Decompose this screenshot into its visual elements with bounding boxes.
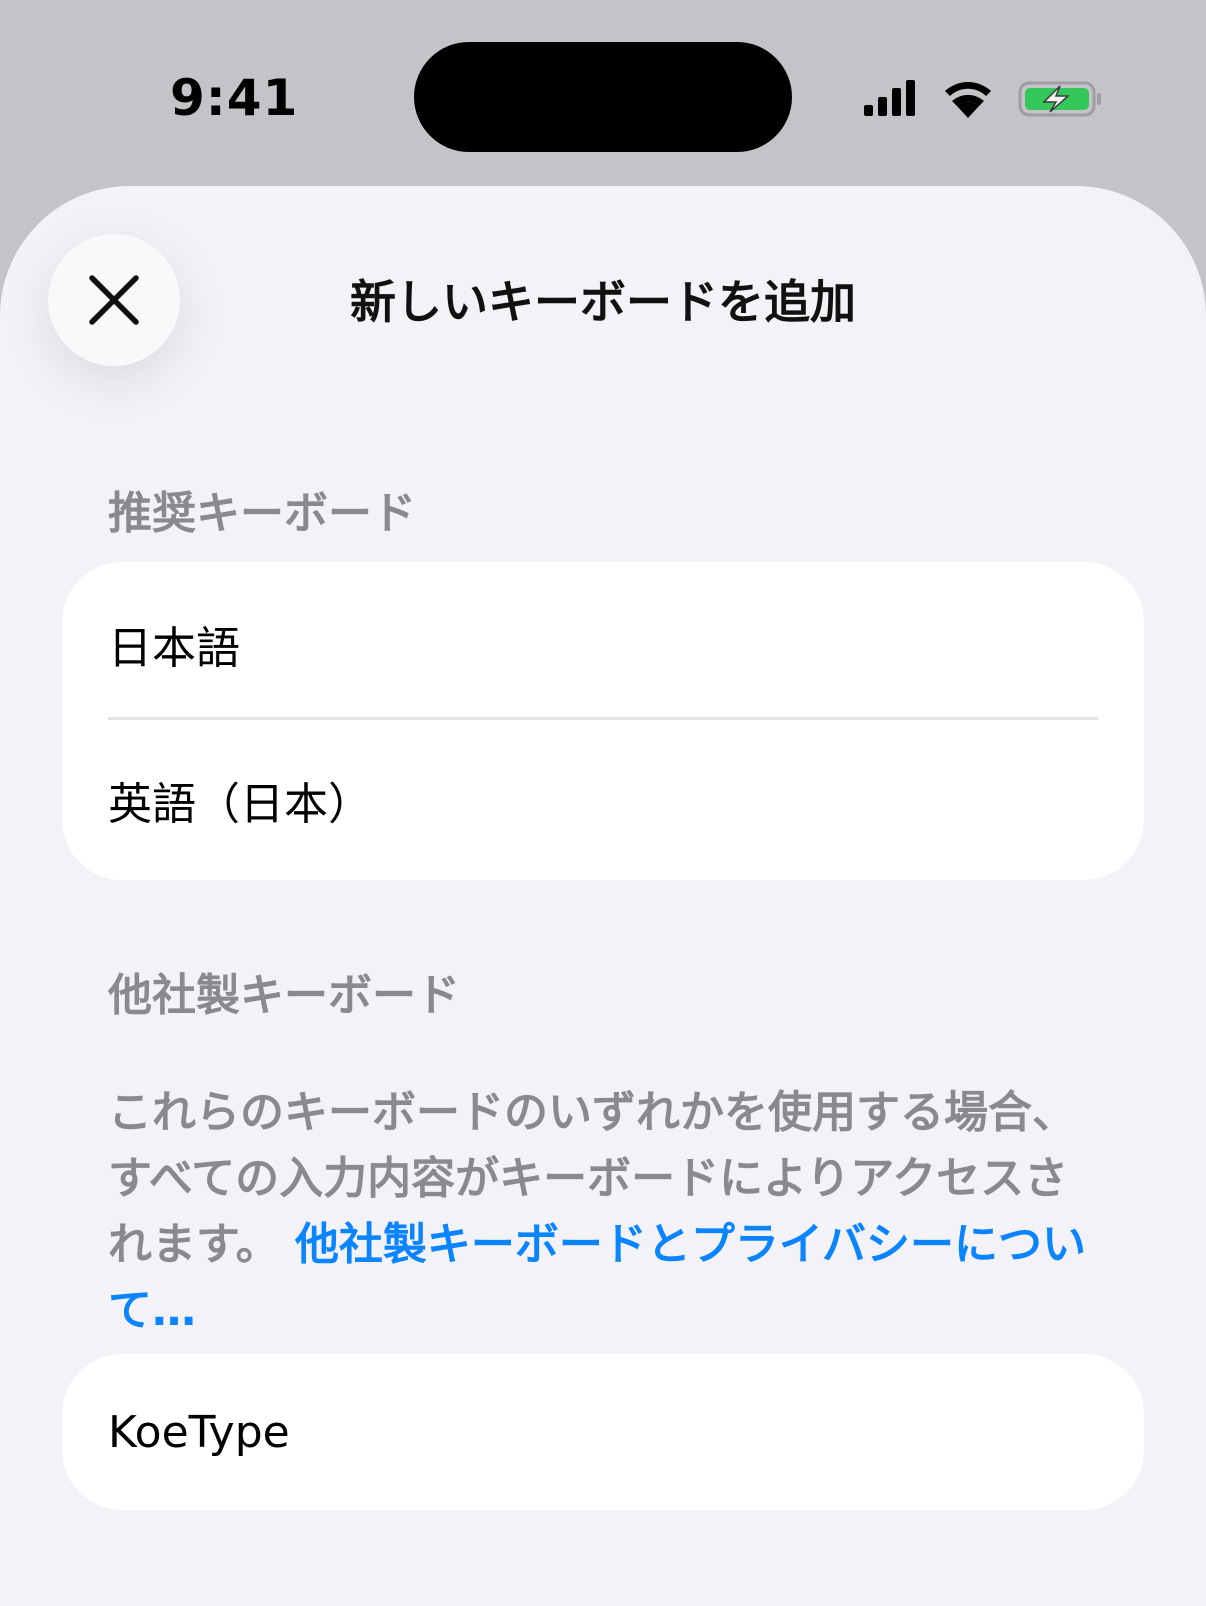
keyboard-row-koetype[interactable]: KoeType	[62, 1354, 1144, 1510]
status-icons	[862, 78, 1102, 118]
keyboard-label: 英語（日本）	[108, 779, 372, 830]
keyboard-row-english-japan[interactable]: 英語（日本）	[62, 720, 1144, 880]
recommended-keyboards-header: 推奨キーボード	[108, 488, 416, 539]
wifi-icon	[945, 82, 991, 118]
cellular-signal-icon	[864, 80, 915, 116]
recommended-keyboards-list: 日本語 英語（日本）	[62, 562, 1144, 880]
keyboard-row-japanese[interactable]: 日本語	[62, 562, 1144, 720]
third-party-keyboards-list: KoeType	[62, 1354, 1144, 1510]
dynamic-island	[414, 42, 792, 152]
sheet-title: 新しいキーボードを追加	[350, 275, 856, 329]
battery-charging-icon	[1018, 81, 1101, 117]
third-party-privacy-note: これらのキーボードのいずれかを使用する場合、すべての入力内容がキーボードによりア…	[108, 1080, 1098, 1344]
keyboard-label: KoeType	[108, 1406, 290, 1458]
third-party-keyboards-header: 他社製キーボード	[108, 970, 460, 1021]
status-time: 9:41	[170, 69, 299, 127]
keyboard-label: 日本語	[108, 623, 240, 674]
